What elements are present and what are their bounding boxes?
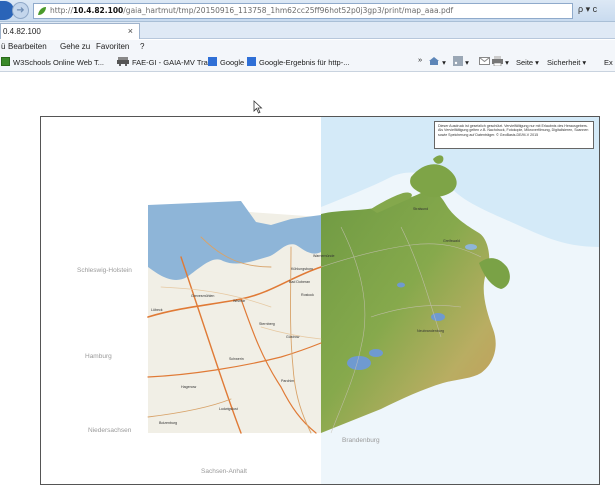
favorite-label: FAE-GI - GAIA-MV Trac <box>132 58 212 67</box>
city-label-kuehlungsborn: Kühlungsborn <box>291 267 314 271</box>
city-label-rostock: Rostock <box>301 293 314 297</box>
city-label-schwerin: Schwerin <box>229 357 244 361</box>
region-label-schleswig-holstein: Schleswig-Holstein <box>77 267 132 274</box>
favorite-google[interactable]: Google <box>208 54 244 72</box>
favorites-chevron[interactable]: » <box>418 51 422 69</box>
menu-item-ansicht[interactable]: ü <box>1 40 5 54</box>
city-label-guestrow: Güstrow <box>286 335 300 339</box>
feeds-icon[interactable]: ▾ <box>453 54 469 72</box>
menu-item-favoriten[interactable]: Favoriten <box>96 40 129 54</box>
forward-button[interactable]: ➜ <box>12 2 29 19</box>
favorite-label: W3Schools Online Web T... <box>13 58 105 67</box>
leaf-icon <box>38 7 46 15</box>
city-label-hagenow: Hagenow <box>181 385 197 389</box>
city-label-ludwigslust: Ludwigslust <box>219 407 238 411</box>
city-label-parchim: Parchim <box>281 379 295 383</box>
menu-item-bearbeiten[interactable]: Bearbeiten <box>8 40 47 54</box>
city-label-neubrandenburg: Neubrandenburg <box>417 329 444 333</box>
menu-item-help[interactable]: ? <box>140 40 144 54</box>
city-label-stralsund: Stralsund <box>413 207 429 211</box>
city-label-wismar: Wismar <box>233 299 246 303</box>
city-label-grevesmuehlen: Grevesmühlen <box>191 294 215 298</box>
city-label-greifswald: Greifswald <box>443 239 460 243</box>
security-menu[interactable]: Sicherheit ▾ <box>547 54 586 72</box>
region-label-niedersachsen: Niedersachsen <box>88 427 132 434</box>
tab-close-icon[interactable]: × <box>128 24 133 39</box>
region-label-brandenburg: Brandenburg <box>342 437 380 444</box>
favorite-w3schools[interactable]: W3Schools Online Web T... <box>1 54 104 72</box>
url-path: /gaia_hartmut/tmp/20150916_113758_1hm62c… <box>123 6 454 15</box>
favorites-bar: W3Schools Online Web T... FAE-GI - GAIA-… <box>0 54 615 72</box>
favorite-google-ergebnis[interactable]: Google-Ergebnis für http-... <box>247 54 349 72</box>
google-icon <box>208 57 217 66</box>
extras-menu[interactable]: Ex <box>604 54 613 72</box>
city-label-luebeck: Lübeck <box>151 308 163 312</box>
google-icon <box>247 57 256 66</box>
tab-label: 0.4.82.100 <box>3 27 41 36</box>
print-icon[interactable]: ▾ <box>492 54 509 72</box>
copyright-notice: Dieser Ausdruck ist gesetzlich geschützt… <box>434 121 594 149</box>
menu-bar: ü Bearbeiten Gehe zu Favoriten ? <box>0 40 615 54</box>
menu-item-gehe-zu[interactable]: Gehe zu <box>60 40 90 54</box>
url-host: 10.4.82.100 <box>72 6 124 15</box>
city-label-boizenburg: Boizenburg <box>159 421 178 425</box>
region-label-hamburg: Hamburg <box>85 353 112 360</box>
city-label-sternberg: Sternberg <box>259 322 275 326</box>
mail-icon[interactable] <box>479 54 490 72</box>
home-icon[interactable]: ▾ <box>428 54 446 72</box>
favorite-label: Google-Ergebnis für http-... <box>259 58 350 67</box>
mouse-cursor-icon <box>253 100 263 114</box>
pdf-page: Dieser Ausdruck ist gesetzlich geschützt… <box>40 116 600 485</box>
trac-icon <box>117 55 129 66</box>
page-menu[interactable]: Seite ▾ <box>516 54 539 72</box>
url-scheme: http:// <box>50 6 73 15</box>
favorite-label: Google <box>220 58 245 67</box>
search-refresh-controls[interactable]: ρ ▾ c <box>578 4 597 15</box>
pdf-viewer-content[interactable]: Dieser Ausdruck ist gesetzlich geschützt… <box>0 73 615 485</box>
forward-arrow-icon: ➜ <box>16 5 25 16</box>
ie-page-icon <box>1 57 10 66</box>
region-label-sachsen-anhalt: Sachsen-Anhalt <box>201 468 247 475</box>
city-label-warnemuende: Warnemünde <box>313 254 335 258</box>
favorite-trac[interactable]: FAE-GI - GAIA-MV Trac <box>117 54 212 72</box>
tab-bar: 0.4.82.100 × <box>0 22 615 39</box>
city-label-bad-doberan: Bad Doberan <box>289 280 311 284</box>
tab-active[interactable]: 0.4.82.100 × <box>0 23 140 39</box>
url-input[interactable]: http://10.4.82.100/gaia_hartmut/tmp/2015… <box>33 3 573 19</box>
address-bar-row: ➜ http://10.4.82.100/gaia_hartmut/tmp/20… <box>0 0 615 22</box>
